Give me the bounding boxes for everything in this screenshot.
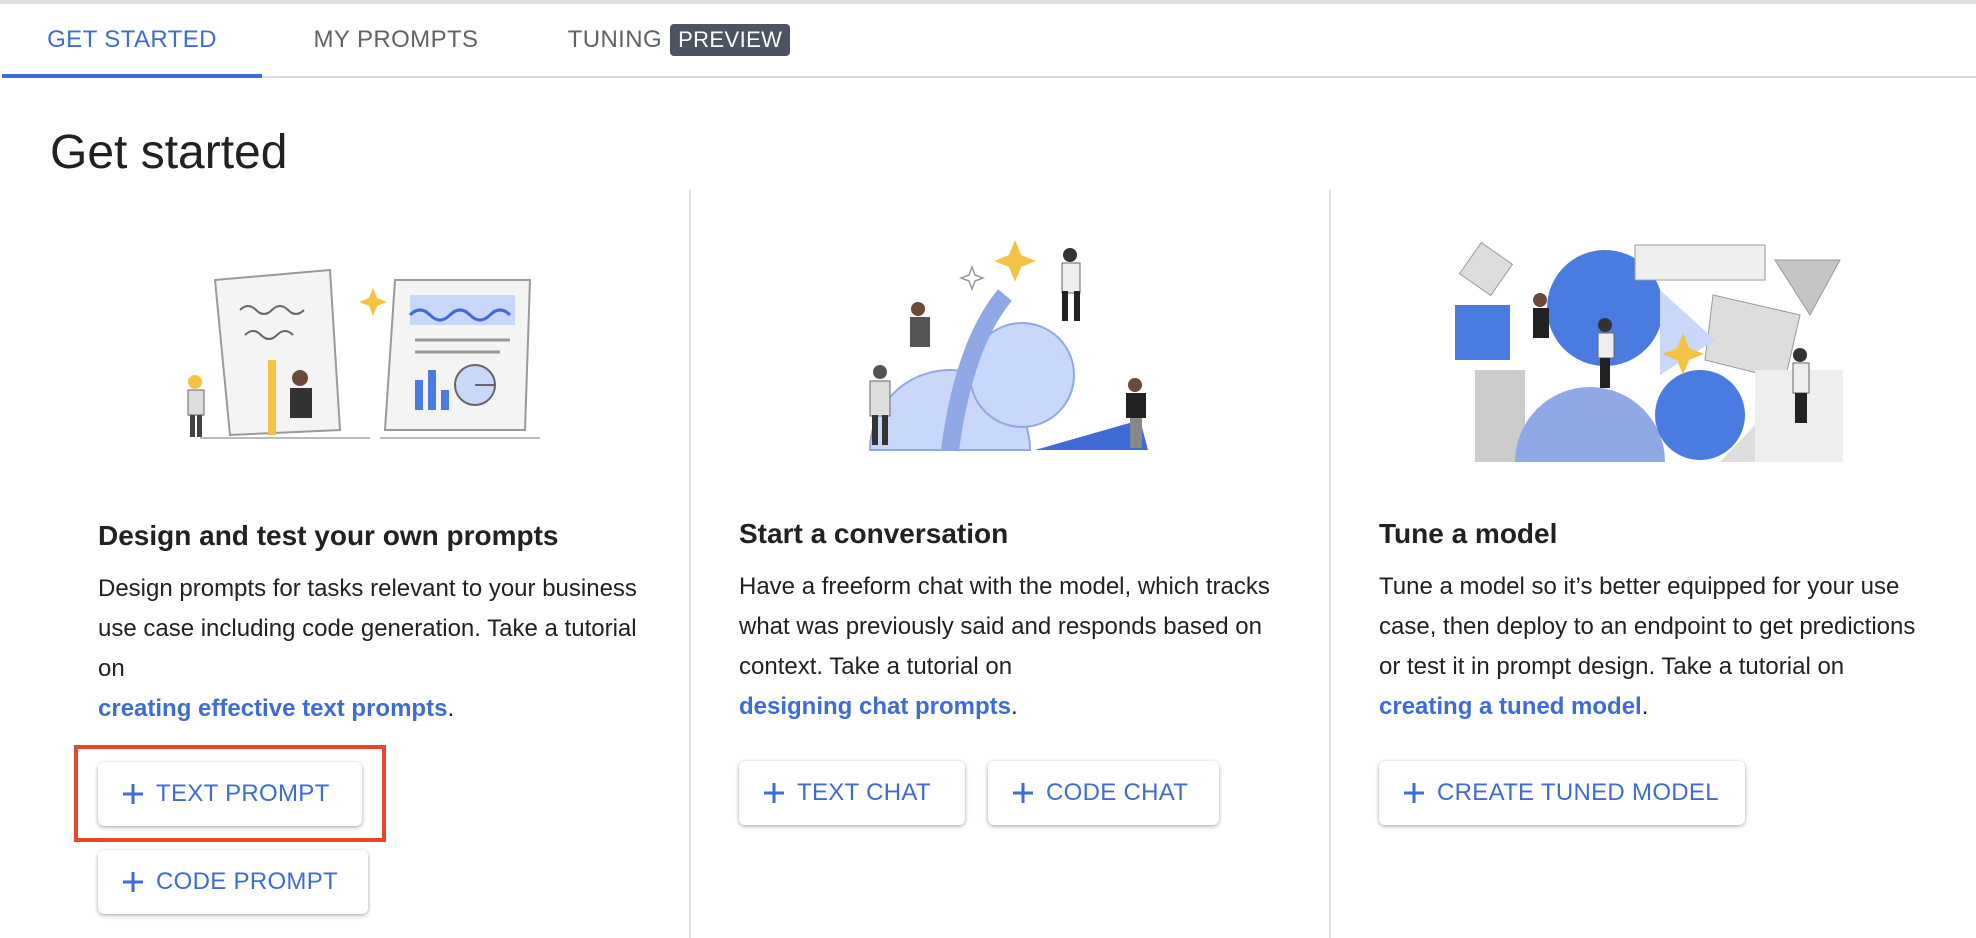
code-chat-button[interactable]: CODE CHAT <box>988 761 1219 825</box>
card-description-design: Design prompts for tasks relevant to you… <box>98 569 658 729</box>
tab-label: MY PROMPTS <box>313 26 479 53</box>
prompt-design-illustration <box>187 268 540 439</box>
button-label: CREATE TUNED MODEL <box>1437 779 1719 806</box>
link-designing-chat-prompts[interactable]: designing chat prompts <box>739 693 1011 720</box>
conversation-illustration <box>868 240 1148 452</box>
plus-icon <box>1404 783 1424 803</box>
card-title-design: Design and test your own prompts <box>98 520 559 551</box>
plus-icon <box>1013 783 1033 803</box>
card-title-conversation: Start a conversation <box>739 518 1009 549</box>
period-text: . <box>1011 693 1018 720</box>
plus-icon <box>764 783 784 803</box>
period-text: . <box>447 695 455 722</box>
preview-badge: PREVIEW <box>670 24 791 56</box>
card-description-tune: Tune a model so it’s better equipped for… <box>1379 567 1939 727</box>
link-creating-effective-text-prompts[interactable]: creating effective text prompts <box>98 695 447 722</box>
period-text: . <box>1641 693 1649 720</box>
text-chat-button[interactable]: TEXT CHAT <box>739 761 965 825</box>
tab-my-prompts[interactable]: MY PROMPTS <box>278 4 514 76</box>
button-label: CODE CHAT <box>1046 779 1189 806</box>
tune-model-illustration <box>1455 241 1843 462</box>
tab-get-started[interactable]: GET STARTED <box>2 4 262 78</box>
page-title: Get started <box>50 126 288 179</box>
tab-bar: GET STARTED MY PROMPTS TUNING PREVIEW <box>2 4 1976 78</box>
link-creating-a-tuned-model[interactable]: creating a tuned model <box>1379 693 1642 720</box>
card-title-tune: Tune a model <box>1379 518 1558 549</box>
tab-label: GET STARTED <box>47 26 217 53</box>
description-text: Have a freeform chat with the model, whi… <box>739 573 1270 680</box>
button-label: CODE PROMPT <box>156 868 338 895</box>
card-description-conversation: Have a freeform chat with the model, whi… <box>739 567 1299 727</box>
button-label: TEXT PROMPT <box>156 780 330 807</box>
column-divider <box>1329 190 1331 938</box>
button-label: TEXT CHAT <box>797 779 931 806</box>
tab-tuning[interactable]: TUNING PREVIEW <box>554 4 804 76</box>
text-prompt-button[interactable]: TEXT PROMPT <box>98 762 362 826</box>
code-prompt-button[interactable]: CODE PROMPT <box>98 850 368 914</box>
tab-label: TUNING <box>567 26 663 53</box>
plus-icon <box>123 872 143 892</box>
create-tuned-model-button[interactable]: CREATE TUNED MODEL <box>1379 761 1745 825</box>
plus-icon <box>123 784 143 804</box>
column-divider <box>689 190 691 938</box>
description-text: Design prompts for tasks relevant to you… <box>98 575 637 682</box>
description-text: Tune a model so it’s better equipped for… <box>1379 573 1916 680</box>
